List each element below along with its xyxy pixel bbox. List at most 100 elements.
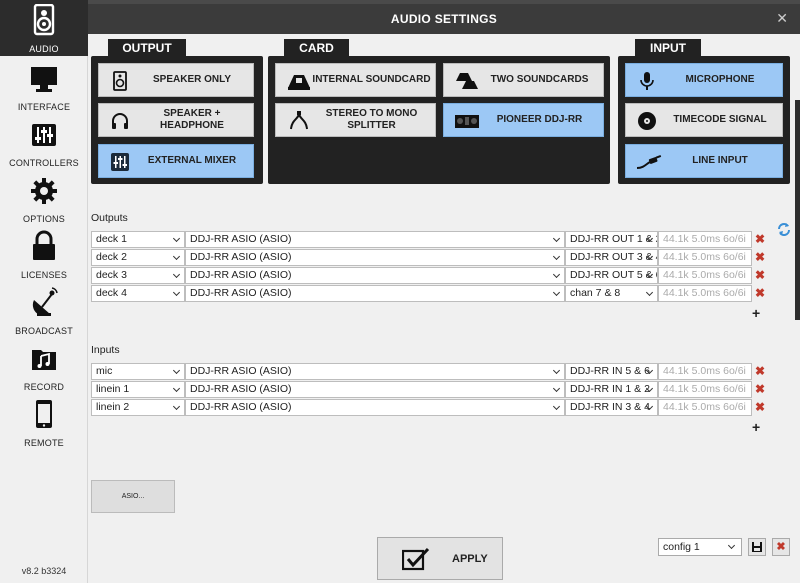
- sidebar-item-label: REMOTE: [24, 438, 64, 448]
- card-panel: INTERNAL SOUNDCARD TWO SOUNDCARDS STEREO…: [268, 56, 610, 184]
- sidebar-item-label: AUDIO: [29, 44, 59, 54]
- input-device-select[interactable]: DDJ-RR ASIO (ASIO): [185, 363, 565, 380]
- satellite-dish-icon: [32, 287, 58, 316]
- card-option-internal-soundcard[interactable]: INTERNAL SOUNDCARD: [275, 63, 436, 97]
- delete-row-icon[interactable]: ✖: [755, 286, 765, 300]
- add-input-button[interactable]: +: [752, 419, 760, 435]
- apply-button[interactable]: APPLY: [377, 537, 503, 580]
- output-name-select[interactable]: deck 3: [91, 267, 185, 284]
- option-label: INTERNAL SOUNDCARD: [312, 74, 431, 85]
- add-output-button[interactable]: +: [752, 305, 760, 321]
- sidebar-item-label: RECORD: [23, 382, 65, 392]
- input-device-select[interactable]: DDJ-RR ASIO (ASIO): [185, 381, 565, 398]
- sidebar-item-remote[interactable]: REMOTE: [0, 394, 88, 450]
- card-option-pioneer-ddj-rr[interactable]: PIONEER DDJ-RR: [443, 103, 604, 137]
- input-device-select[interactable]: DDJ-RR ASIO (ASIO): [185, 399, 565, 416]
- delete-config-button[interactable]: ✖: [772, 538, 790, 556]
- option-label: STEREO TO MONO SPLITTER: [325, 108, 418, 131]
- two-soundcards-icon: [456, 73, 478, 89]
- sidebar-item-licenses[interactable]: LICENSES: [0, 226, 88, 282]
- input-channel-select[interactable]: DDJ-RR IN 5 & 6: [565, 363, 658, 380]
- input-name-select[interactable]: mic: [91, 363, 185, 380]
- sliders-icon: [32, 124, 56, 146]
- input-tab-label: INPUT: [635, 39, 701, 57]
- cable-jack-icon: [636, 155, 662, 169]
- card-option-two-soundcards[interactable]: TWO SOUNDCARDS: [443, 63, 604, 97]
- input-info: 44.1k 5.0ms 6o/6i: [658, 381, 752, 398]
- output-device-select[interactable]: DDJ-RR ASIO (ASIO): [185, 267, 565, 284]
- sidebar-item-options[interactable]: OPTIONS: [0, 170, 88, 226]
- sidebar-item-record[interactable]: RECORD: [0, 338, 88, 394]
- music-folder-icon: [32, 350, 56, 370]
- close-icon[interactable]: ✕: [776, 10, 788, 27]
- speaker-icon: [33, 4, 55, 36]
- checkbox-check-icon: [402, 547, 430, 571]
- output-device-select[interactable]: DDJ-RR ASIO (ASIO): [185, 249, 565, 266]
- input-channel-select[interactable]: DDJ-RR IN 1 & 2: [565, 381, 658, 398]
- config-select[interactable]: config 1: [658, 538, 742, 556]
- scrollbar[interactable]: [795, 100, 800, 320]
- card-tab-label: CARD: [284, 39, 349, 57]
- output-info: 44.1k 5.0ms 6o/6i: [658, 231, 752, 248]
- input-option-microphone[interactable]: MICROPHONE: [625, 63, 783, 97]
- asio-settings-button[interactable]: ASIO...: [91, 480, 175, 513]
- option-label: SPEAKER ONLY: [153, 74, 231, 85]
- output-channel-select[interactable]: DDJ-RR OUT 5 & 6: [565, 267, 658, 284]
- audio-settings-window: AUDIO SETTINGS ✕ OUTPUT SPEAKER ONLY SPE…: [88, 0, 800, 583]
- output-name-select[interactable]: deck 4: [91, 285, 185, 302]
- soundcard-icon: [288, 75, 310, 90]
- input-option-line-input[interactable]: LINE INPUT: [625, 144, 783, 178]
- option-label: TWO SOUNDCARDS: [490, 74, 589, 85]
- vinyl-icon: [638, 112, 656, 130]
- version-label: v8.2 b3324: [21, 566, 67, 576]
- option-label: PIONEER DDJ-RR: [496, 114, 583, 125]
- option-label: TIMECODE SIGNAL: [673, 114, 767, 125]
- speaker-icon: [113, 71, 127, 91]
- lock-icon: [33, 230, 55, 260]
- delete-row-icon[interactable]: ✖: [755, 400, 765, 414]
- input-info: 44.1k 5.0ms 6o/6i: [658, 399, 752, 416]
- delete-row-icon[interactable]: ✖: [755, 382, 765, 396]
- output-device-select[interactable]: DDJ-RR ASIO (ASIO): [185, 231, 565, 248]
- refresh-icon[interactable]: [776, 220, 792, 238]
- output-option-speaker-only[interactable]: SPEAKER ONLY: [98, 63, 254, 97]
- input-info: 44.1k 5.0ms 6o/6i: [658, 363, 752, 380]
- sidebar-item-label: LICENSES: [20, 270, 68, 280]
- output-name-select[interactable]: deck 1: [91, 231, 185, 248]
- gear-icon: [31, 178, 57, 204]
- input-channel-select[interactable]: DDJ-RR IN 3 & 4: [565, 399, 658, 416]
- save-config-button[interactable]: [748, 538, 766, 556]
- close-icon: ✖: [776, 541, 786, 553]
- delete-row-icon[interactable]: ✖: [755, 268, 765, 282]
- sidebar-item-controllers[interactable]: CONTROLLERS: [0, 114, 88, 170]
- monitor-icon: [31, 67, 57, 92]
- input-name-select[interactable]: linein 1: [91, 381, 185, 398]
- delete-row-icon[interactable]: ✖: [755, 232, 765, 246]
- smartphone-icon: [36, 400, 52, 428]
- sidebar-item-broadcast[interactable]: BROADCAST: [0, 282, 88, 338]
- option-label: SPEAKER + HEADPHONE: [160, 108, 224, 131]
- card-option-stereo-to-mono-splitter[interactable]: STEREO TO MONO SPLITTER: [275, 103, 436, 137]
- save-icon: [752, 542, 762, 552]
- sidebar-item-audio[interactable]: AUDIO: [0, 0, 88, 56]
- output-name-select[interactable]: deck 2: [91, 249, 185, 266]
- headphone-icon: [112, 113, 128, 129]
- output-device-select[interactable]: DDJ-RR ASIO (ASIO): [185, 285, 565, 302]
- output-channel-select[interactable]: DDJ-RR OUT 3 & 4: [565, 249, 658, 266]
- apply-label: APPLY: [452, 553, 488, 565]
- sidebar-item-label: CONTROLLERS: [9, 158, 79, 168]
- delete-row-icon[interactable]: ✖: [755, 364, 765, 378]
- output-option-speaker-headphone[interactable]: SPEAKER + HEADPHONE: [98, 103, 254, 137]
- output-option-external-mixer[interactable]: EXTERNAL MIXER: [98, 144, 254, 178]
- outputs-section-label: Outputs: [91, 212, 128, 224]
- output-channel-select[interactable]: chan 7 & 8: [565, 285, 658, 302]
- sidebar-item-label: OPTIONS: [23, 214, 65, 224]
- output-channel-select[interactable]: DDJ-RR OUT 1 & 2: [565, 231, 658, 248]
- window-title: AUDIO SETTINGS: [390, 12, 498, 26]
- input-name-select[interactable]: linein 2: [91, 399, 185, 416]
- input-option-timecode-signal[interactable]: TIMECODE SIGNAL: [625, 103, 783, 137]
- mixer-icon: [111, 153, 129, 171]
- sidebar-item-interface[interactable]: INTERFACE: [0, 58, 88, 114]
- sidebar: AUDIO INTERFACE CONTROLLERS OPTIONS LICE…: [0, 0, 88, 583]
- delete-row-icon[interactable]: ✖: [755, 250, 765, 264]
